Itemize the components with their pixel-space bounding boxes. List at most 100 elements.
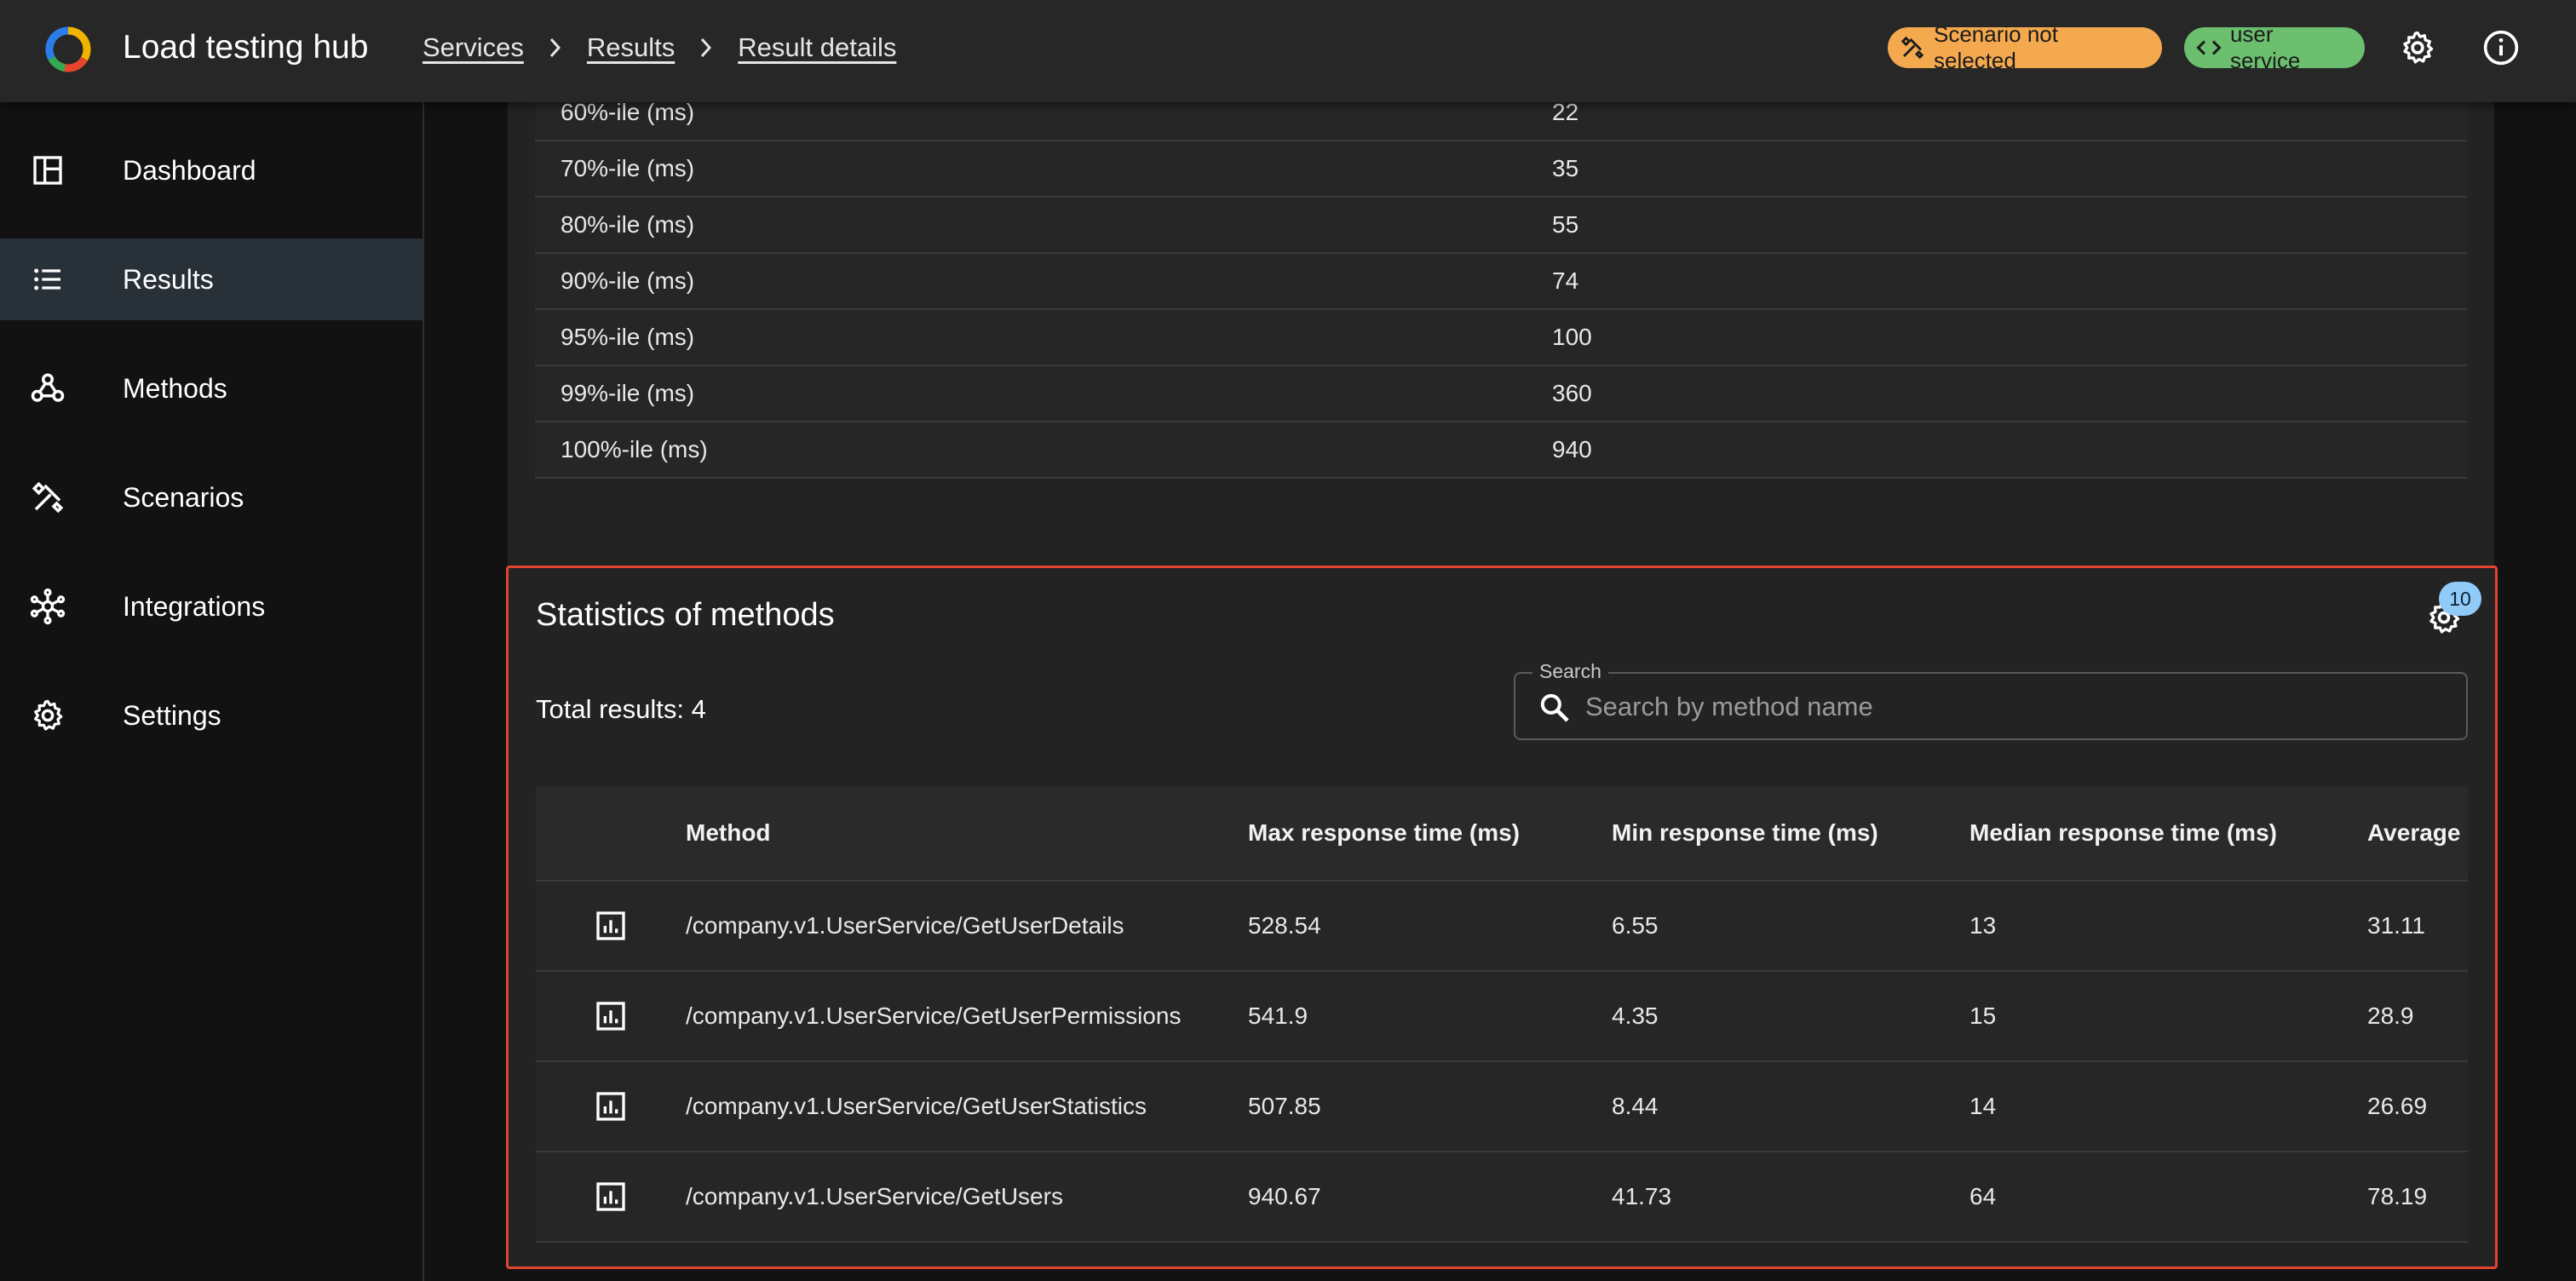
- chart-details-button[interactable]: [536, 999, 686, 1033]
- header-info-button[interactable]: [2479, 26, 2523, 70]
- chart-details-button[interactable]: [536, 909, 686, 943]
- breadcrumb-services[interactable]: Services: [423, 32, 524, 63]
- max-response-time: 528.54: [1248, 912, 1321, 939]
- search-label: Search: [1532, 660, 1608, 683]
- table-row: /company.v1.UserService/GetUserStatistic…: [536, 1062, 2468, 1152]
- average-response-time: 78.19: [2367, 1183, 2428, 1209]
- percentile-value: 100: [1552, 324, 1592, 350]
- scenario-status-chip[interactable]: Scenario not selected: [1888, 21, 2162, 73]
- chart-icon: [596, 1092, 625, 1121]
- section-title: Statistics of methods: [536, 597, 835, 633]
- main-content: 60%-ile (ms) 22 70%-ile (ms) 35 80%-ile …: [426, 85, 2576, 1281]
- percentile-label: 70%-ile (ms): [561, 155, 695, 181]
- min-response-time: 6.55: [1612, 912, 1659, 939]
- table-row: 95%-ile (ms) 100: [535, 310, 2467, 366]
- chevron-right-icon: [524, 36, 587, 60]
- percentile-label: 100%-ile (ms): [561, 436, 708, 462]
- methods-table: Method Max response time (ms) Min respon…: [536, 786, 2468, 1244]
- app-title: Load testing hub: [123, 29, 369, 66]
- sidebar-item-integrations[interactable]: Integrations: [0, 566, 424, 647]
- table-row: /company.v1.UserService/GetUsers 940.67 …: [536, 1152, 2468, 1243]
- chart-icon: [596, 911, 625, 940]
- max-response-time: 940.67: [1248, 1183, 1321, 1209]
- percentile-value: 35: [1552, 155, 1579, 181]
- header-settings-button[interactable]: [2395, 26, 2440, 70]
- table-row: 100%-ile (ms) 940: [535, 422, 2467, 479]
- code-icon: [2196, 40, 2222, 55]
- column-header-max[interactable]: Max response time (ms): [1248, 819, 1612, 847]
- average-response-time: 28.9: [2367, 1002, 2414, 1029]
- info-icon: [2483, 30, 2519, 66]
- search-input[interactable]: [1585, 686, 2446, 728]
- total-results: Total results: 4: [536, 694, 706, 724]
- sidebar-item-label: Settings: [123, 699, 221, 731]
- sidebar-item-scenarios[interactable]: Scenarios: [0, 457, 424, 538]
- sidebar-item-results[interactable]: Results: [0, 238, 424, 320]
- gear-icon: [27, 695, 68, 736]
- app-logo-icon: [45, 26, 91, 72]
- max-response-time: 541.9: [1248, 1002, 1308, 1029]
- gear-icon: [2403, 31, 2434, 64]
- chart-details-button[interactable]: [536, 1089, 686, 1123]
- scenario-chip-label: Scenario not selected: [1934, 21, 2058, 73]
- breadcrumb-result-details[interactable]: Result details: [738, 32, 896, 63]
- table-row: /company.v1.UserService/GetUserPermissio…: [536, 972, 2468, 1062]
- min-response-time: 41.73: [1612, 1183, 1672, 1209]
- column-count-badge: 10: [2439, 582, 2481, 616]
- column-header-median[interactable]: Median response time (ms): [1969, 819, 2367, 847]
- chart-details-button[interactable]: [536, 1180, 686, 1214]
- table-row: 80%-ile (ms) 55: [535, 198, 2467, 254]
- percentile-value: 940: [1552, 436, 1592, 462]
- breadcrumb: Services Results Result details: [423, 29, 896, 66]
- table-row: /company.v1.UserService/GetUserDetails 5…: [536, 882, 2468, 972]
- search-icon: [1540, 693, 1569, 722]
- hub-icon: [27, 586, 68, 627]
- column-header-method[interactable]: Method: [686, 819, 1248, 847]
- table-row: 99%-ile (ms) 360: [535, 366, 2467, 422]
- tools-icon: [1900, 36, 1924, 60]
- method-name: /company.v1.UserService/GetUserDetails: [686, 912, 1124, 939]
- service-chip-label: user service: [2229, 21, 2301, 73]
- percentile-label: 99%-ile (ms): [561, 380, 695, 406]
- breadcrumb-results[interactable]: Results: [587, 32, 675, 63]
- service-chip[interactable]: user service: [2184, 21, 2365, 73]
- average-response-time: 31.11: [2367, 912, 2425, 939]
- chart-icon: [596, 1182, 625, 1211]
- method-name: /company.v1.UserService/GetUserStatistic…: [686, 1093, 1147, 1119]
- tools-icon: [27, 477, 68, 518]
- table-row: 90%-ile (ms) 74: [535, 254, 2467, 310]
- median-response-time: 13: [1969, 912, 1997, 939]
- median-response-time: 14: [1969, 1093, 1997, 1119]
- percentiles-table: 60%-ile (ms) 22 70%-ile (ms) 35 80%-ile …: [535, 85, 2467, 479]
- percentile-label: 60%-ile (ms): [561, 99, 695, 125]
- sidebar-item-label: Integrations: [123, 590, 266, 622]
- max-response-time: 507.85: [1248, 1093, 1321, 1119]
- percentile-label: 95%-ile (ms): [561, 324, 695, 350]
- percentiles-card: 60%-ile (ms) 22 70%-ile (ms) 35 80%-ile …: [508, 85, 2494, 625]
- column-header-average[interactable]: Average r: [2367, 819, 2468, 847]
- percentile-label: 80%-ile (ms): [561, 211, 695, 238]
- sidebar-item-settings[interactable]: Settings: [0, 675, 424, 756]
- median-response-time: 64: [1969, 1183, 1997, 1209]
- app-header: Load testing hub Services Results Result…: [0, 0, 2576, 102]
- percentile-value: 74: [1552, 267, 1579, 294]
- percentile-label: 90%-ile (ms): [561, 267, 695, 294]
- sidebar-item-label: Methods: [123, 372, 227, 404]
- dashboard-icon: [27, 150, 68, 191]
- table-header: Method Max response time (ms) Min respon…: [536, 786, 2468, 882]
- average-response-time: 26.69: [2367, 1093, 2428, 1119]
- list-icon: [27, 259, 68, 300]
- sidebar-item-label: Scenarios: [123, 481, 244, 513]
- median-response-time: 15: [1969, 1002, 1997, 1029]
- percentile-value: 360: [1552, 380, 1592, 406]
- search-field: Search: [1514, 660, 2468, 740]
- sidebar-item-dashboard[interactable]: Dashboard: [0, 129, 424, 211]
- webhook-icon: [27, 368, 68, 409]
- percentile-value: 55: [1552, 211, 1579, 238]
- min-response-time: 8.44: [1612, 1093, 1659, 1119]
- sidebar: Dashboard Results Methods Scenarios Inte…: [0, 102, 424, 1281]
- min-response-time: 4.35: [1612, 1002, 1659, 1029]
- sidebar-item-methods[interactable]: Methods: [0, 348, 424, 429]
- column-header-min[interactable]: Min response time (ms): [1612, 819, 1969, 847]
- chevron-right-icon: [675, 36, 738, 60]
